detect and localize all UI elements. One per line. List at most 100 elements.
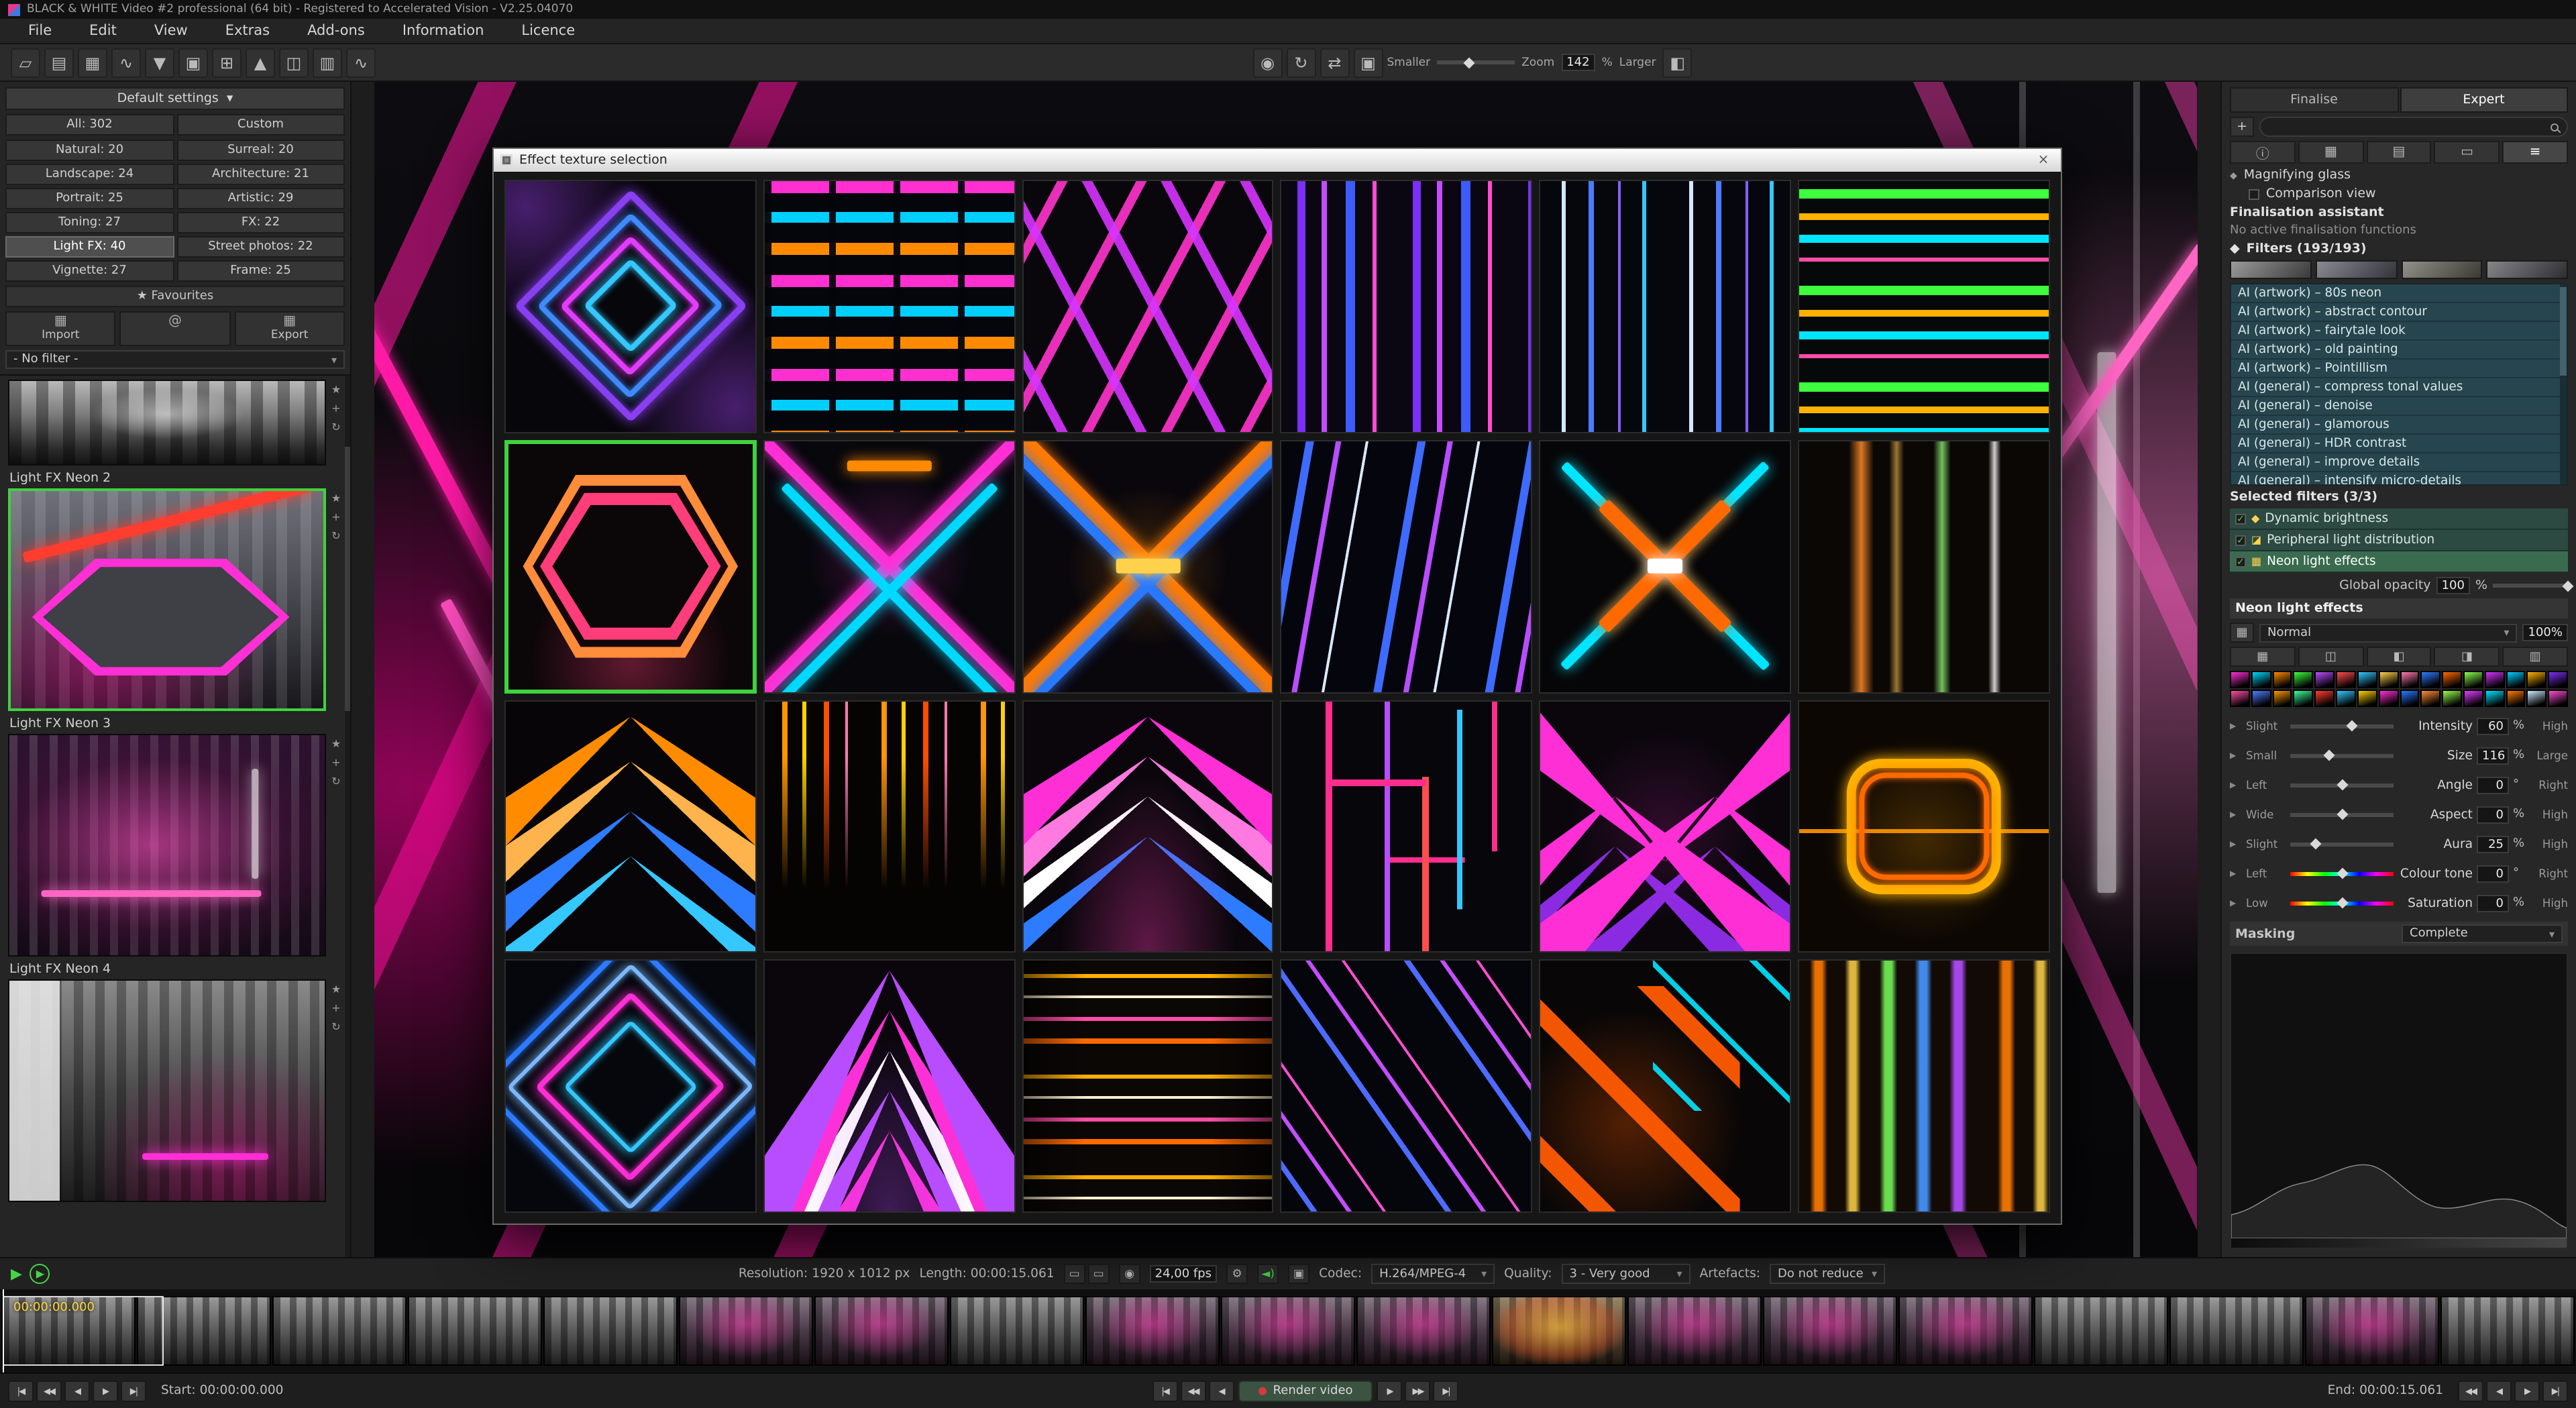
layer-opacity-value[interactable]: 100% (2523, 624, 2568, 641)
preset-scrollbar[interactable] (345, 376, 350, 1257)
checkbox-icon[interactable]: ✓ (2235, 556, 2246, 567)
render-ffwd-button[interactable]: ▶▶ (1405, 1380, 1431, 1402)
texture-chip[interactable] (2485, 690, 2505, 707)
category-street-photos-22[interactable]: Street photos: 22 (176, 236, 345, 258)
list-tab-icon[interactable]: ▭ (2434, 141, 2500, 164)
step-forward-button[interactable]: ▶ (93, 1380, 118, 1402)
slider-thumb[interactable] (2337, 779, 2348, 791)
camera-icon[interactable]: ▣ (1353, 48, 1383, 77)
texture-chip[interactable] (2251, 690, 2271, 707)
checkbox-icon[interactable]: ✓ (2235, 513, 2246, 524)
timeline-frame-13[interactable] (1627, 1296, 1762, 1366)
timeline-frame-8[interactable] (950, 1296, 1084, 1366)
settings-icon[interactable]: ⚙ (1226, 1264, 1248, 1284)
texture-chip[interactable] (2230, 690, 2250, 707)
slider-value[interactable]: 116 (2477, 747, 2509, 764)
end-go-end-button[interactable]: ▶| (2542, 1380, 2568, 1402)
preset-light-fx-neon-2[interactable]: Light FX Neon 2★+↻ (8, 466, 346, 711)
menu-information[interactable]: Information (385, 20, 502, 42)
layout-tab-icon[interactable]: ▤ (2366, 141, 2432, 164)
expand-arrow-icon[interactable]: ▶ (2230, 810, 2242, 819)
texture-chip[interactable] (2400, 671, 2420, 688)
texture-tile-diagonal-steep-blue-purple[interactable] (1281, 440, 1533, 694)
add-icon[interactable]: + (331, 402, 340, 415)
timeline-frame-15[interactable] (1898, 1296, 2033, 1366)
dialog-title-bar[interactable]: Effect texture selection × (494, 149, 2061, 172)
texture-chip[interactable] (2357, 671, 2377, 688)
texture-tile-diagonal-orange-cyan[interactable] (1540, 960, 1792, 1213)
import-button[interactable]: ▦ Import (5, 311, 116, 346)
menu-edit[interactable]: Edit (72, 20, 134, 42)
monitor-icon[interactable]: ▭ (1064, 1264, 1085, 1284)
info-tab-icon[interactable]: ⓘ (2230, 141, 2296, 164)
texture-chip[interactable] (2442, 671, 2462, 688)
expand-arrow-icon[interactable]: ▶ (2230, 721, 2242, 730)
masking-dropdown[interactable]: Complete▾ (2402, 924, 2563, 943)
texture-chip[interactable] (2272, 690, 2292, 707)
add-icon[interactable]: + (331, 1002, 340, 1014)
grid-tab-icon[interactable]: ▦ (2298, 141, 2364, 164)
texture-tile-diagonal-lattice-pink-purple[interactable] (1022, 180, 1274, 433)
filter-list-item[interactable]: AI (artwork) – fairytale look (2231, 322, 2567, 341)
slider-track[interactable] (2290, 724, 2394, 728)
export-icon[interactable]: ▲ (246, 48, 275, 77)
redo-icon[interactable]: ↻ (1286, 48, 1316, 77)
expand-arrow-icon[interactable]: ▶ (2230, 869, 2242, 878)
fit-image-icon[interactable]: ◧ (1663, 48, 1693, 77)
favourite-icon[interactable]: ★ (331, 983, 341, 995)
filter-preview-1[interactable] (2230, 260, 2312, 279)
slider-value[interactable]: 0 (2477, 776, 2509, 794)
refresh-icon[interactable]: ↻ (331, 775, 340, 788)
timeline-frame-4[interactable] (408, 1296, 542, 1366)
timeline-frame-14[interactable] (1763, 1296, 1897, 1366)
texture-chip[interactable] (2378, 671, 2398, 688)
comparison-view-checkbox[interactable] (2249, 188, 2259, 199)
texture-chip[interactable] (2294, 690, 2314, 707)
texture-chip[interactable] (2463, 690, 2483, 707)
preset-thumbnail[interactable] (8, 380, 326, 466)
slider-track[interactable] (2290, 901, 2394, 905)
zoom-value[interactable]: 142 (1561, 54, 1595, 71)
texture-tile-segmented-bars[interactable] (763, 180, 1016, 433)
blend-left-icon[interactable]: ◧ (2366, 647, 2432, 667)
timeline-frame-10[interactable] (1221, 1296, 1355, 1366)
filter-list-item[interactable]: AI (general) – denoise (2231, 397, 2567, 416)
selected-filter-dynamic-brightness[interactable]: ✓◆Dynamic brightness (2230, 508, 2568, 530)
render-video-button[interactable]: Render video (1238, 1380, 1373, 1402)
texture-tile-rainbow-columns[interactable] (1798, 960, 2050, 1213)
slider-thumb[interactable] (2347, 720, 2358, 732)
render-back-button[interactable]: ◀ (1209, 1380, 1234, 1402)
texture-chip[interactable] (2251, 671, 2271, 688)
filter-list-item[interactable]: AI (artwork) – abstract contour (2231, 303, 2567, 322)
expand-arrow-icon[interactable]: ▶ (2230, 898, 2242, 908)
end-forward-button[interactable]: ▶ (2514, 1380, 2540, 1402)
blend-split-icon[interactable]: ◫ (2298, 647, 2364, 667)
filter-list-item[interactable]: AI (artwork) – Pointillism (2231, 360, 2567, 378)
batch-icon[interactable]: ⊞ (212, 48, 241, 77)
refresh-icon[interactable]: ↻ (331, 421, 340, 433)
scope-all-302[interactable]: All: 302 (5, 114, 174, 136)
texture-tile-horizontal-green-multi[interactable] (1798, 180, 2050, 433)
screen-icon[interactable]: ◫ (279, 48, 309, 77)
texture-tile-diamond-rings-blue-purple[interactable] (504, 180, 757, 433)
menu-extras[interactable]: Extras (208, 20, 287, 42)
neon-section-header[interactable]: Neon light effects (2230, 598, 2568, 618)
print-icon[interactable]: ▣ (178, 48, 208, 77)
add-icon[interactable]: + (331, 511, 340, 523)
export-button[interactable]: ▦ Export (234, 311, 345, 346)
column-icon[interactable]: ▥ (313, 48, 342, 77)
texture-chip[interactable] (2548, 690, 2568, 707)
preset-thumbnail[interactable] (8, 488, 326, 711)
slider-thumb[interactable] (2337, 809, 2348, 820)
blend-right-icon[interactable]: ◨ (2434, 647, 2500, 667)
slider-track[interactable] (2290, 871, 2394, 875)
refresh-icon[interactable]: ↻ (331, 530, 340, 542)
filter-list-item[interactable]: AI (general) – improve details (2231, 453, 2567, 472)
fast-rewind-button[interactable]: ◀◀ (36, 1380, 62, 1402)
slider-track[interactable] (2290, 812, 2394, 816)
texture-chip[interactable] (2548, 671, 2568, 688)
slider-value[interactable]: 60 (2477, 717, 2509, 735)
end-rewind-button[interactable]: ◀◀ (2458, 1380, 2483, 1402)
render-forward-button[interactable]: ▶ (1377, 1380, 1403, 1402)
timeline-frame-16[interactable] (2034, 1296, 2168, 1366)
